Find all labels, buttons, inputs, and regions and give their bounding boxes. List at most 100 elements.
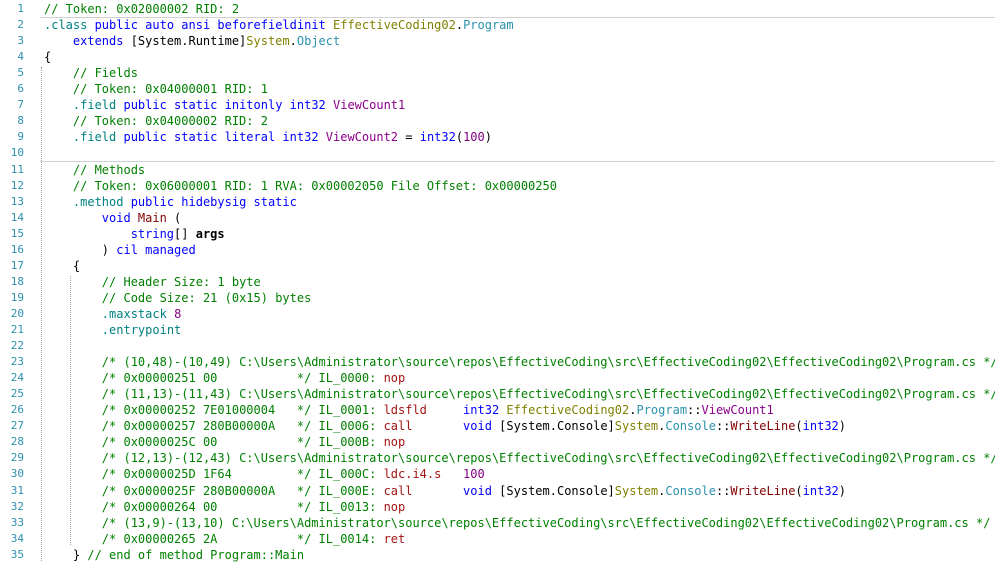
code-token: /* 0x00000257 280B00000A */ IL_0006: — [101, 419, 384, 434]
line-number: 33 — [10, 515, 24, 529]
code-token: ViewCount1 — [333, 98, 406, 113]
code-text: .maxstack 8 — [102, 306, 182, 322]
code-line: 34 /* 0x00000265 2A */ IL_0014: ret — [0, 531, 995, 547]
line-number: 32 — [10, 499, 24, 513]
code-token: // Token: 0x04000001 RID: 1 — [72, 82, 268, 97]
line-number: 10 — [10, 146, 24, 160]
code-token: [System.Runtime] — [130, 34, 247, 49]
code-line: 31 /* 0x0000025F 280B00000A */ IL_000E: c… — [0, 483, 995, 499]
code-text: // Methods — [73, 162, 145, 178]
line-number: 16 — [10, 242, 24, 256]
code-line: 15 string[] args — [0, 226, 995, 242]
code-token: public static literal — [116, 130, 283, 145]
line-number: 29 — [10, 451, 24, 465]
code-text: // Token: 0x04000001 RID: 1 — [73, 81, 268, 97]
code-line: 11 // Methods — [0, 162, 995, 178]
code-token: /* 0x0000025D 1F64 */ IL_000C: — [101, 467, 384, 482]
code-token: // Token: 0x02000002 RID: 2 — [44, 2, 240, 16]
code-text: .field public static initonly int32 View… — [73, 97, 405, 113]
code-token: nop — [383, 435, 406, 450]
code-token: System — [246, 34, 290, 49]
line-number: 5 — [17, 66, 24, 80]
line-number: 23 — [10, 355, 24, 369]
code-token: EffectiveCoding02 — [333, 18, 456, 33]
code-token: ViewCount2 — [325, 130, 399, 145]
code-token: void — [101, 210, 138, 225]
line-number: 26 — [10, 403, 24, 417]
code-token: Object — [296, 34, 341, 49]
code-line: 29 /* (12,13)-(12,43) C:\Users\Administra… — [0, 450, 995, 466]
code-token: 100 — [463, 130, 485, 145]
code-text: .entrypoint — [102, 322, 181, 338]
line-number: 30 — [10, 467, 24, 481]
code-line: 18 // Header Size: 1 byte — [0, 274, 995, 290]
code-text: .method public hidebysig static — [73, 194, 297, 210]
code-line: 35} // end of method Program::Main — [0, 547, 995, 562]
code-line: 22 — [0, 338, 995, 354]
code-token: [System.Console] — [499, 483, 615, 498]
code-text: /* (13,9)-(13,10) C:\Users\Administrator… — [102, 515, 991, 531]
code-token: void — [463, 419, 500, 434]
code-line: 19 // Code Size: 21 (0x15) bytes — [0, 290, 995, 306]
code-line: 10 — [0, 145, 995, 163]
code-line: 27 /* 0x00000257 280B00000A */ IL_0006: c… — [0, 418, 995, 434]
code-token: .field — [72, 130, 117, 145]
code-token: /* 0x0000025C 00 */ IL_000B: — [101, 435, 384, 450]
code-line: 30 /* 0x0000025D 1F64 */ IL_000C: ldc.i4.… — [0, 466, 995, 482]
line-number: 7 — [17, 98, 24, 112]
code-text: // Code Size: 21 (0x15) bytes — [102, 290, 312, 306]
code-text: /* 0x0000025F 280B00000A */ IL_000E: cal… — [102, 483, 846, 499]
code-token: Program — [636, 403, 688, 418]
code-text: { — [73, 258, 80, 274]
code-text: /* 0x00000252 7E01000004 */ IL_0001: lds… — [102, 402, 774, 418]
code-text: } // end of method Program::Main — [73, 547, 304, 562]
code-line: 26 /* 0x00000252 7E01000004 */ IL_0001: l… — [0, 402, 995, 418]
code-text: string[] args — [131, 226, 225, 242]
code-token: ( — [166, 210, 182, 225]
line-number: 6 — [17, 82, 24, 96]
code-line: 28 /* 0x0000025C 00 */ IL_000B: nop — [0, 434, 995, 450]
code-token: ldsfld — [383, 403, 464, 418]
code-line: 21 .entrypoint — [0, 322, 995, 338]
code-line: 4{ — [0, 49, 995, 65]
code-token: int32 — [419, 130, 456, 145]
code-token: /* 0x00000264 00 */ IL_0013: — [101, 499, 384, 514]
code-token: public hidebysig static — [123, 194, 297, 209]
code-line: 32 /* 0x00000264 00 */ IL_0013: nop — [0, 499, 995, 515]
code-token: int32 — [802, 483, 839, 498]
code-text: // Fields — [73, 65, 138, 81]
code-token: extends — [72, 34, 131, 49]
code-text: /* 0x00000251 00 */ IL_0000: nop — [102, 370, 405, 386]
code-line: 3 extends [System.Runtime]System.Object — [0, 33, 995, 49]
line-number: 14 — [10, 210, 24, 224]
code-line: 17 { — [0, 258, 995, 274]
code-token: Program — [463, 18, 514, 33]
code-token: call — [383, 483, 464, 498]
code-token: /* (12,13)-(12,43) C:\Users\Administrato… — [101, 451, 995, 466]
line-number: 9 — [17, 130, 24, 144]
code-token: /* (10,48)-(10,49) C:\Users\Administrato… — [101, 355, 995, 370]
line-number: 1 — [17, 2, 24, 15]
line-number: 13 — [10, 194, 24, 208]
code-token: // Methods — [72, 162, 146, 177]
code-token: System — [614, 483, 659, 498]
code-token: :: — [687, 403, 702, 418]
code-token: } — [72, 547, 88, 562]
il-code-editor[interactable]: 1 // Token: 0x02000002 RID: 2 2 .class publ… — [0, 0, 995, 562]
code-token: .field — [72, 98, 117, 113]
code-token: /* (11,13)-(11,43) C:\Users\Administrato… — [101, 387, 995, 402]
line-number: 2 — [17, 18, 24, 32]
line-number: 27 — [10, 419, 24, 433]
code-text: // Header Size: 1 byte — [102, 274, 261, 290]
code-token: Console — [665, 483, 716, 498]
code-token: nop — [383, 499, 406, 514]
code-line: 9 .field public static literal int32 View… — [0, 129, 995, 145]
code-token: 8 — [174, 306, 182, 321]
line-number: 15 — [10, 226, 24, 240]
code-token: .method — [72, 194, 124, 209]
line-number: 11 — [10, 162, 24, 176]
line-number: 24 — [10, 371, 24, 385]
code-token: .class — [44, 18, 88, 33]
code-line: 33 /* (13,9)-(13,10) C:\Users\Administrat… — [0, 515, 995, 531]
